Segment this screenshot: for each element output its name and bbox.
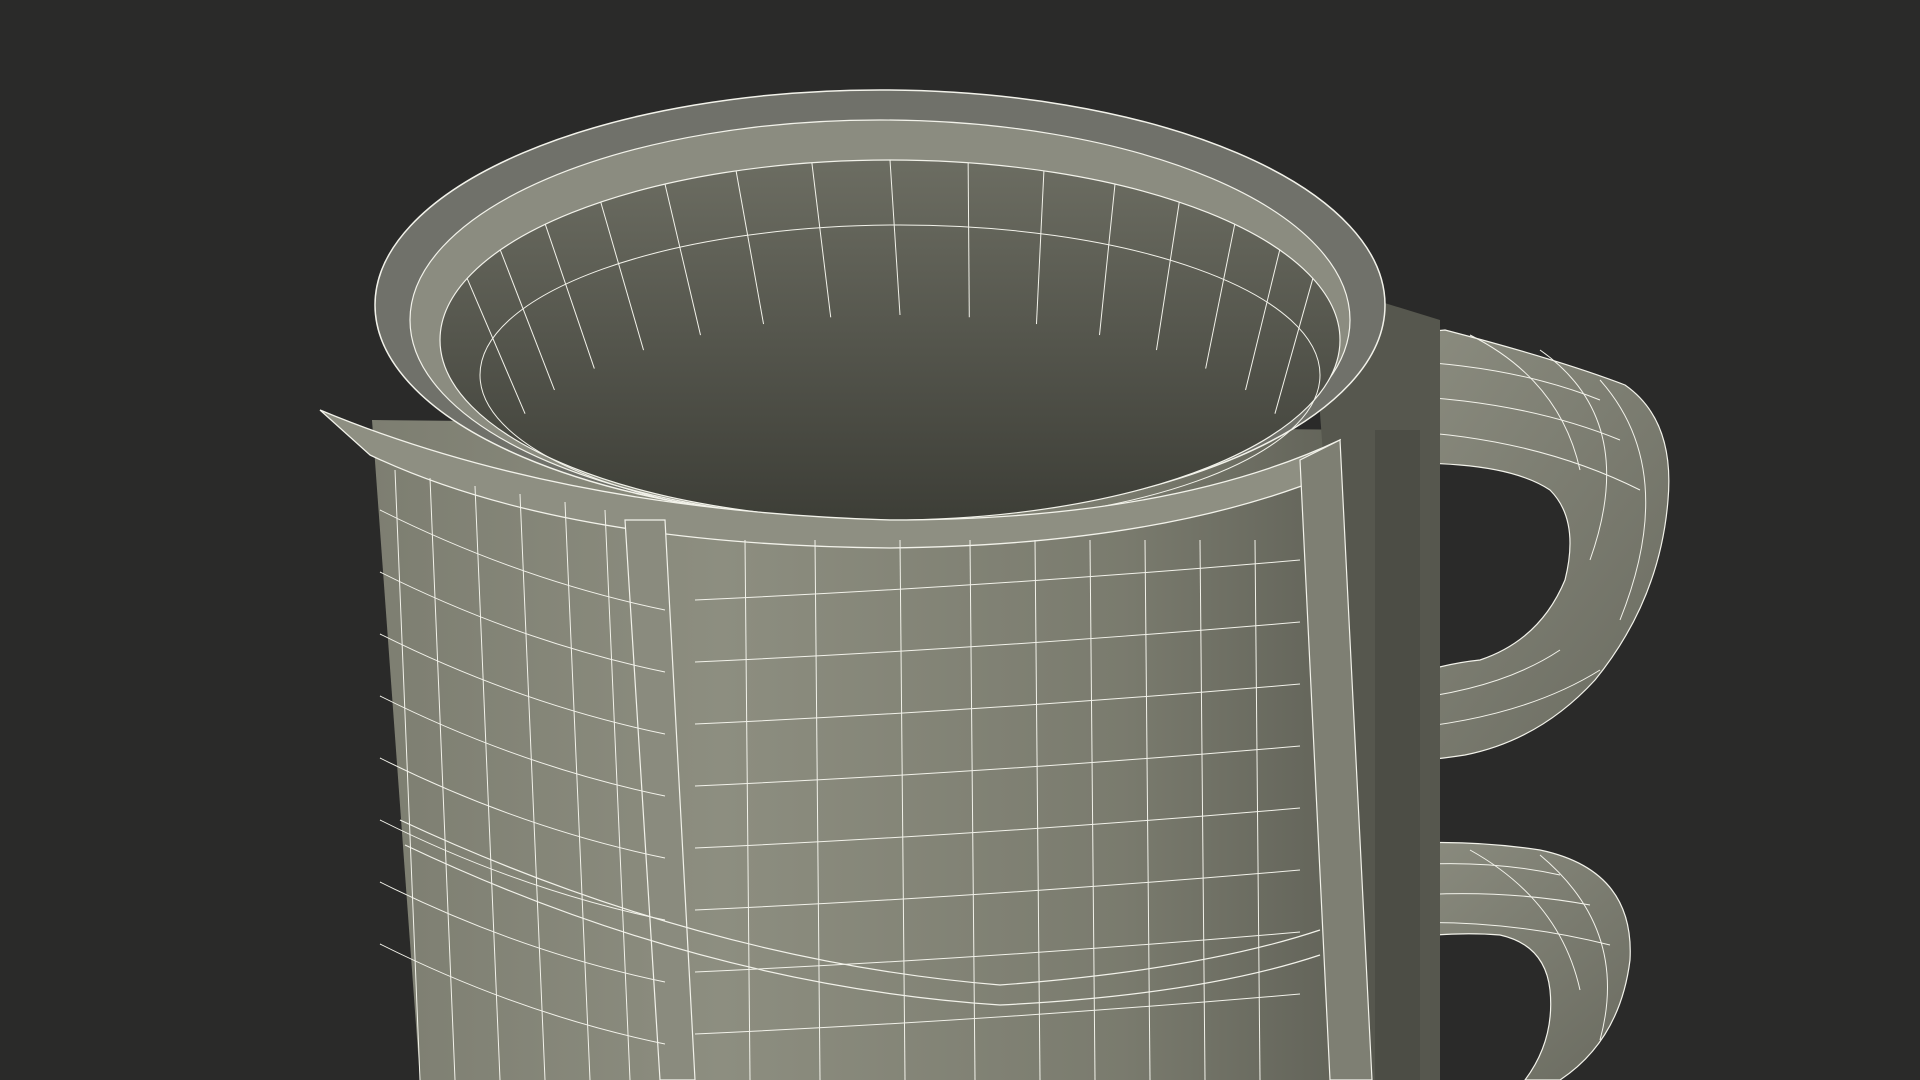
wireframe-mug-scene xyxy=(319,89,1670,1080)
render-viewport xyxy=(0,0,1920,1080)
